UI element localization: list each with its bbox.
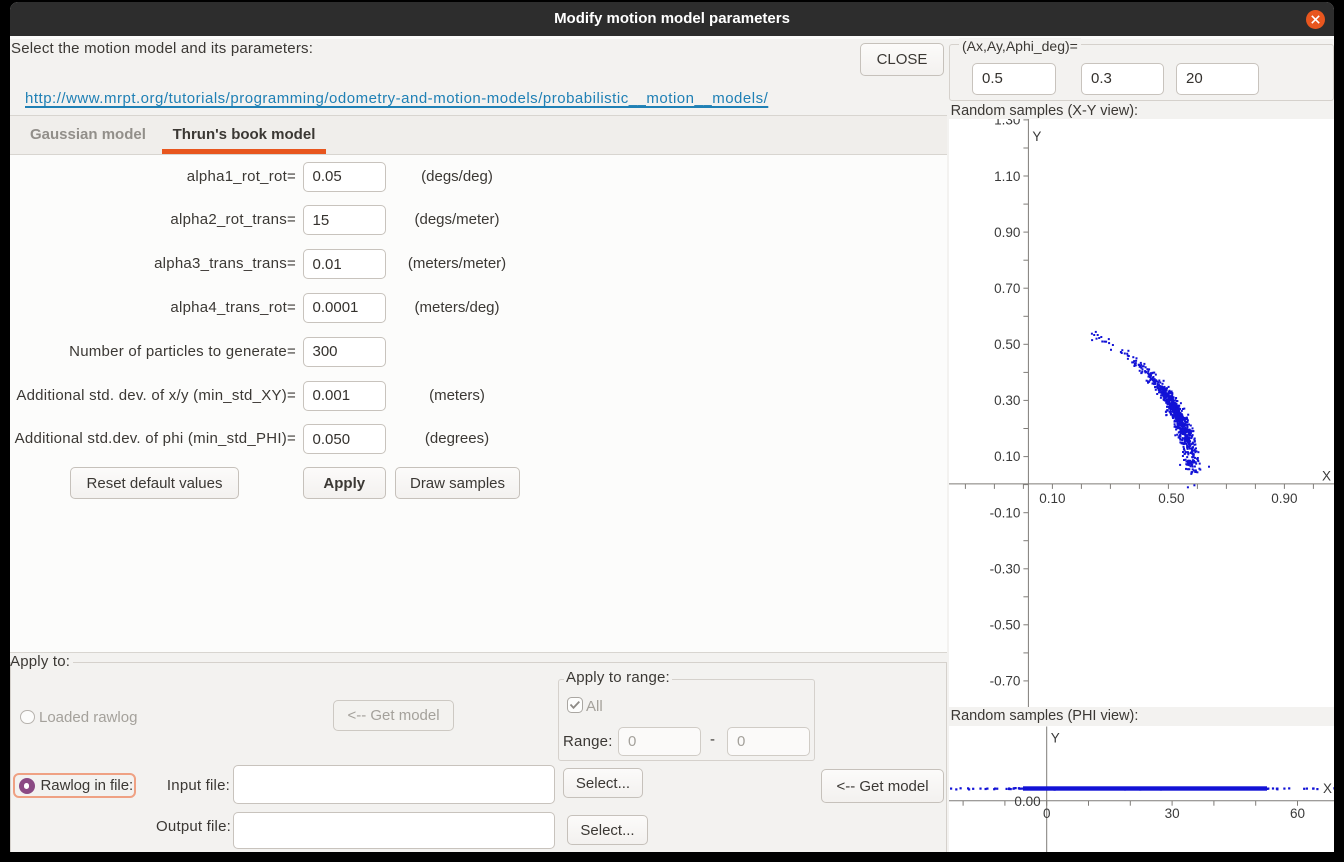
svg-text:0.10: 0.10 (994, 449, 1020, 464)
svg-text:0.90: 0.90 (994, 224, 1020, 239)
svg-text:-0.10: -0.10 (989, 505, 1020, 520)
svg-text:30: 30 (1164, 806, 1179, 821)
svg-text:60: 60 (1290, 806, 1305, 821)
svg-text:Y: Y (1050, 730, 1059, 745)
svg-text:-0.50: -0.50 (989, 617, 1020, 632)
svg-text:1.30: 1.30 (994, 119, 1020, 128)
svg-text:0.70: 0.70 (994, 281, 1020, 296)
svg-text:X: X (1323, 781, 1332, 796)
svg-text:0.50: 0.50 (994, 337, 1020, 352)
svg-text:0: 0 (1043, 806, 1051, 821)
svg-text:-0.70: -0.70 (989, 673, 1020, 688)
svg-text:Y: Y (1032, 129, 1041, 144)
svg-text:1.10: 1.10 (994, 168, 1020, 183)
svg-text:-0.30: -0.30 (989, 561, 1020, 576)
svg-text:0.30: 0.30 (994, 393, 1020, 408)
svg-text:0.50: 0.50 (1158, 491, 1184, 506)
svg-text:0.00: 0.00 (1014, 794, 1040, 809)
svg-text:0.90: 0.90 (1271, 491, 1297, 506)
svg-text:X: X (1322, 468, 1331, 483)
svg-text:0.10: 0.10 (1039, 491, 1065, 506)
